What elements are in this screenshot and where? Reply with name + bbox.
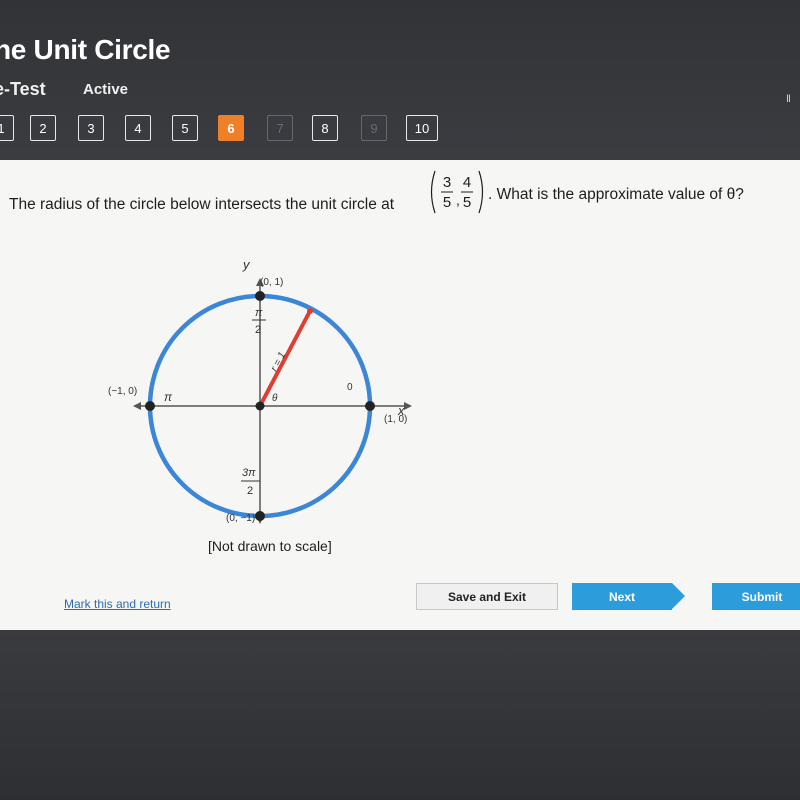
y-axis-label: y [242,257,251,272]
top-point-label: (0, 1) [260,277,283,288]
question-text-end: . What is the approximate value of θ? [488,186,744,203]
point-coordinates: 3 5 , 4 5 [430,170,484,214]
bottom-point-label: (0, −1) [226,513,255,524]
top-point [255,291,265,301]
right-point [365,401,375,411]
page-title: he Unit Circle [0,34,171,65]
pi-half-numerator: π [255,307,263,319]
left-point [145,401,155,411]
diagram-caption: [Not drawn to scale] [208,538,332,554]
question-8-button[interactable]: 8 [312,115,338,141]
zero-label: 0 [347,382,353,393]
mark-and-return-link[interactable]: Mark this and return [64,597,171,611]
question-9-button: 9 [361,115,387,141]
question-10-button[interactable]: 10 [406,115,438,141]
comma: , [456,192,460,208]
three-pi-half-denominator: 2 [247,485,253,497]
next-arrow-icon [672,583,685,609]
x-numerator: 3 [443,174,451,191]
submit-button[interactable]: Submit [712,583,800,610]
pi-half-denominator: 2 [255,324,261,336]
question-1-button[interactable]: 1 [0,115,14,141]
theta-label: θ [272,393,278,404]
background-bottom [0,630,800,800]
question-7-button: 7 [267,115,293,141]
left-point-label: (−1, 0) [108,386,137,397]
question-2-button[interactable]: 2 [30,115,56,141]
question-text: The radius of the circle below intersect… [9,196,395,213]
y-denominator: 5 [463,194,471,211]
header-bar [0,0,800,160]
pi-label: π [164,390,173,404]
right-point-label: (1, 0) [384,414,407,425]
left-paren [430,170,436,214]
status-label: Active [83,81,129,98]
question-3-button[interactable]: 3 [78,115,104,141]
y-numerator: 4 [463,174,471,191]
save-and-exit-button[interactable]: Save and Exit [416,583,558,610]
origin-point [255,401,265,411]
bottom-point [255,511,265,521]
next-button[interactable]: Next [572,583,672,610]
menu-icon[interactable]: Ⅱ [786,94,791,105]
x-denominator: 5 [443,194,451,211]
x-axis-right-arrow [404,402,412,410]
x-axis-left-arrow [133,402,141,410]
three-pi-half-numerator: 3π [242,467,256,479]
question-6-button[interactable]: 6 [218,115,244,141]
right-paren [478,170,484,214]
unit-circle-diagram: y x (0, 1) (−1, 0) (1, 0) (0, −1) π 2 π … [108,257,412,524]
question-4-button[interactable]: 4 [125,115,151,141]
question-5-button[interactable]: 5 [172,115,198,141]
assignment-type: e-Test [0,79,46,99]
intersection-point [307,308,313,314]
